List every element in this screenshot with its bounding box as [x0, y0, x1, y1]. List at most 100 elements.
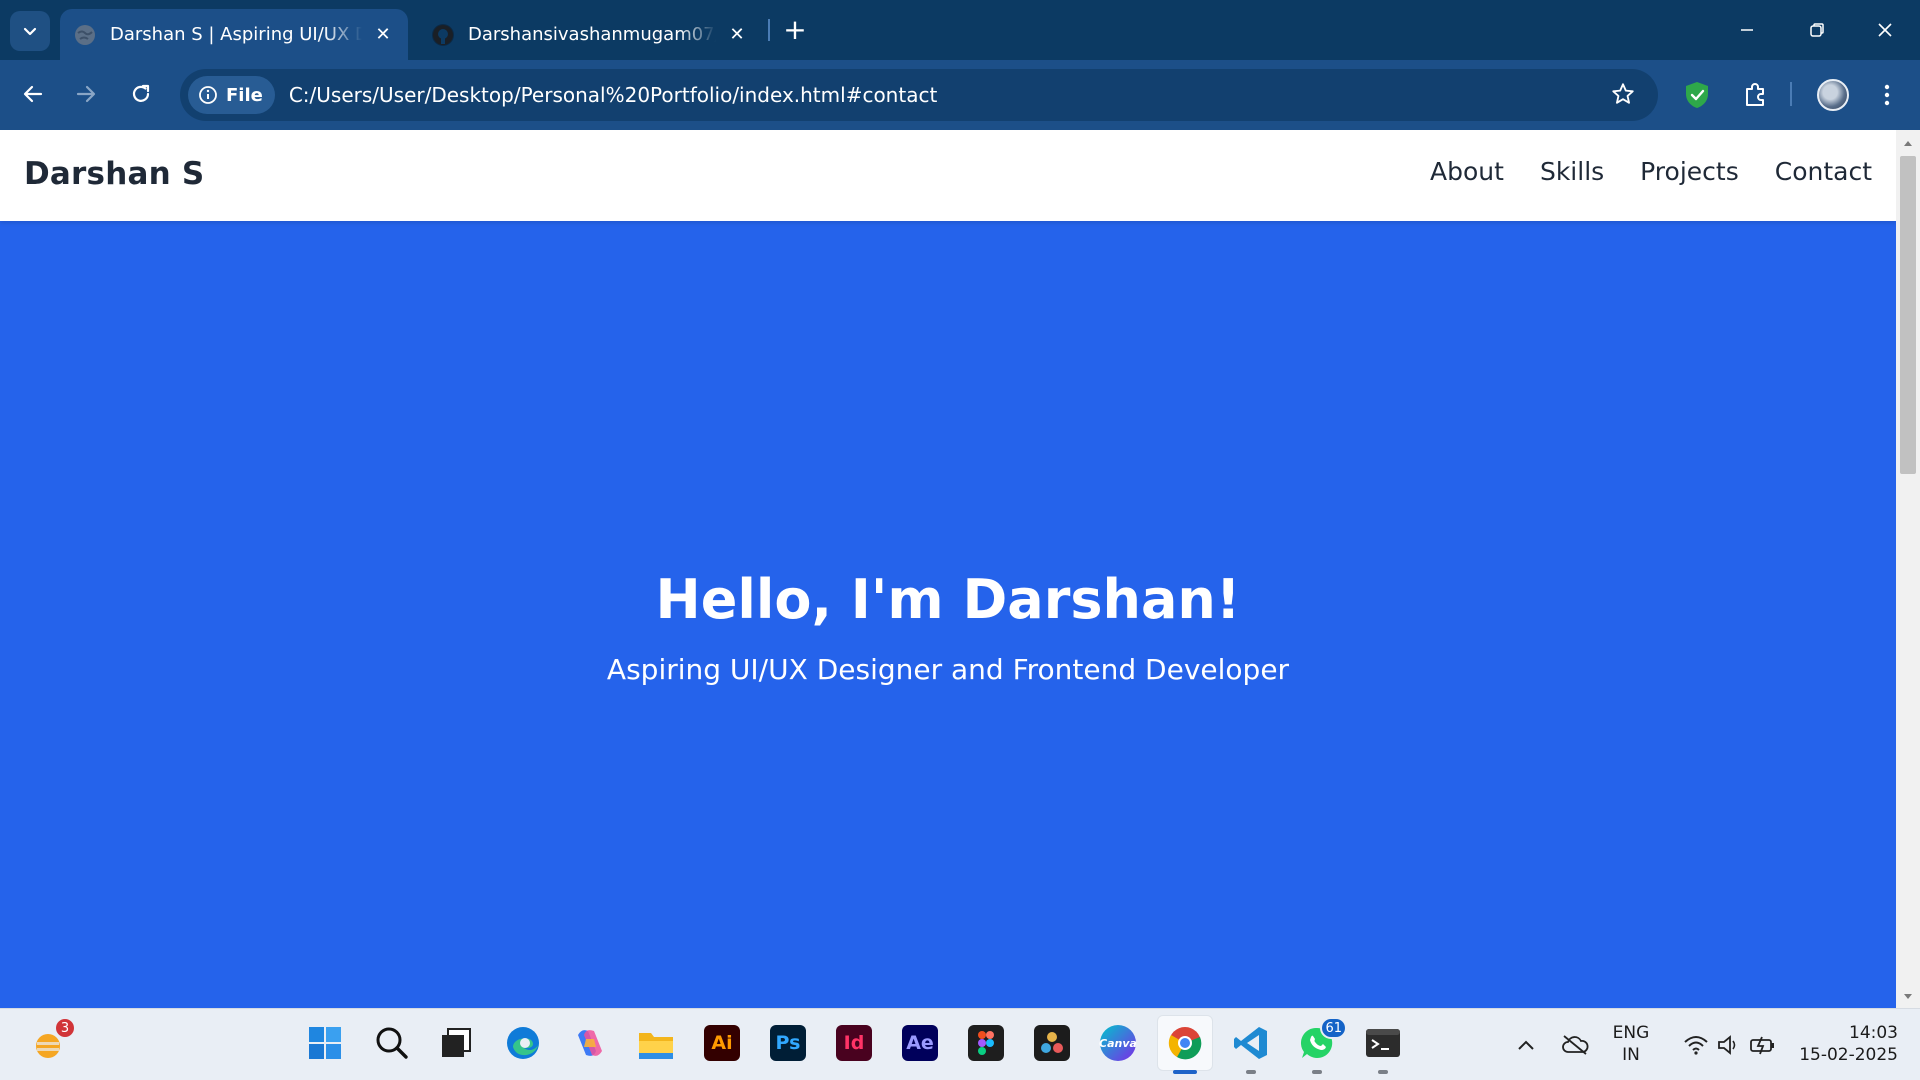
- restore-button[interactable]: [1794, 8, 1840, 52]
- photoshop-app[interactable]: Ps: [768, 1023, 808, 1063]
- clock-time: 14:03: [1849, 1023, 1898, 1043]
- chrome-app[interactable]: [1165, 1023, 1205, 1074]
- cloud-offline-icon: [1562, 1035, 1589, 1055]
- tab-close-button[interactable]: ✕: [726, 24, 748, 46]
- arrow-right-icon: [76, 85, 96, 103]
- hero-subheading: Aspiring UI/UX Designer and Frontend Dev…: [606, 652, 1290, 686]
- clock-date: 15-02-2025: [1799, 1045, 1898, 1065]
- clock[interactable]: 14:03 15-02-2025: [1792, 1022, 1898, 1066]
- davinci-resolve-app[interactable]: [1032, 1023, 1072, 1063]
- running-indicator: [1378, 1070, 1388, 1074]
- reload-button[interactable]: [121, 74, 161, 114]
- terminal-icon: [1366, 1029, 1400, 1057]
- canva-label: Canva: [1099, 1036, 1137, 1050]
- vscode-app[interactable]: [1231, 1023, 1271, 1074]
- tab-github[interactable]: Darshansivashanmugam07/Personal-Portfoli…: [418, 9, 762, 60]
- hero-section: Hello, I'm Darshan! Aspiring UI/UX Desig…: [0, 221, 1896, 1008]
- reload-icon: [132, 84, 150, 102]
- scrollbar-thumb[interactable]: [1900, 156, 1916, 474]
- show-hidden-icons-button[interactable]: [1506, 1025, 1546, 1065]
- chrome-icon: [1168, 1027, 1202, 1060]
- onedrive-button[interactable]: [1555, 1025, 1595, 1065]
- copilot-icon: [578, 1030, 602, 1056]
- start-button[interactable]: [305, 1023, 345, 1063]
- file-explorer-icon: [639, 1033, 673, 1059]
- scroll-down-arrow-icon[interactable]: [1896, 988, 1920, 1006]
- bookmark-star-icon[interactable]: [1610, 81, 1636, 111]
- running-indicator: [1312, 1070, 1322, 1074]
- terminal-app[interactable]: [1363, 1023, 1403, 1074]
- toolbar-separator: [1790, 82, 1792, 106]
- chevron-down-icon: [23, 27, 37, 36]
- figma-icon: [968, 1025, 1004, 1061]
- close-icon: [1878, 23, 1892, 37]
- url-text[interactable]: C:/Users/User/Desktop/Personal%20Portfol…: [289, 83, 937, 107]
- canva-app[interactable]: Canva: [1098, 1023, 1138, 1063]
- davinci-resolve-icon: [1034, 1025, 1070, 1061]
- menu-button[interactable]: [1867, 75, 1907, 115]
- new-tab-button[interactable]: +: [780, 13, 810, 46]
- indesign-icon: Id: [836, 1025, 872, 1061]
- site-nav-links: About Skills Projects Contact: [1430, 157, 1872, 186]
- shield-icon: [1686, 82, 1708, 108]
- input-language[interactable]: ENG IN: [1602, 1022, 1660, 1066]
- wifi-icon: [1684, 1036, 1708, 1055]
- tab-title: Darshansivashanmugam07/Personal-Portfoli…: [468, 24, 716, 45]
- region-code: IN: [1622, 1045, 1640, 1065]
- site-info-chip[interactable]: File: [188, 76, 275, 114]
- tab-title: Darshan S | Aspiring UI/UX Designer and …: [110, 24, 362, 45]
- search-icon: [376, 1027, 408, 1059]
- edge-app[interactable]: [503, 1023, 543, 1063]
- info-icon: [199, 86, 217, 104]
- volume-icon: [1718, 1035, 1736, 1055]
- taskbar-search-button[interactable]: [372, 1023, 412, 1063]
- nav-link-skills[interactable]: Skills: [1540, 157, 1604, 186]
- after-effects-icon: Ae: [902, 1025, 938, 1061]
- page-scrollbar[interactable]: [1896, 130, 1920, 1008]
- profile-avatar[interactable]: [1817, 79, 1849, 111]
- start-icon: [309, 1027, 341, 1059]
- extensions-button[interactable]: [1735, 75, 1775, 115]
- close-window-button[interactable]: [1862, 8, 1908, 52]
- battery-charging-icon: [1750, 1036, 1774, 1055]
- after-effects-app[interactable]: Ae: [900, 1023, 940, 1063]
- tab-portfolio[interactable]: Darshan S | Aspiring UI/UX Designer and …: [60, 9, 408, 60]
- file-explorer-app[interactable]: [636, 1024, 676, 1064]
- figma-app[interactable]: [966, 1023, 1006, 1063]
- active-indicator: [1173, 1070, 1197, 1074]
- task-view-button[interactable]: [436, 1023, 476, 1063]
- minimize-button[interactable]: [1724, 8, 1770, 52]
- copilot-app[interactable]: [570, 1023, 610, 1063]
- site-brand[interactable]: Darshan S: [24, 156, 204, 192]
- puzzle-icon: [1746, 83, 1764, 106]
- hero-heading: Hello, I'm Darshan!: [655, 567, 1241, 631]
- scroll-up-arrow-icon[interactable]: [1896, 134, 1920, 152]
- tab-strip: Darshan S | Aspiring UI/UX Designer and …: [0, 0, 1920, 60]
- quick-settings-button[interactable]: [1670, 1025, 1790, 1065]
- github-icon: [432, 23, 454, 46]
- task-view-icon: [442, 1028, 471, 1057]
- weather-widget[interactable]: 3: [28, 1017, 76, 1065]
- illustrator-app[interactable]: Ai: [702, 1023, 742, 1063]
- unread-badge: 61: [1320, 1017, 1347, 1039]
- tab-close-button[interactable]: ✕: [372, 24, 394, 46]
- chip-label: File: [226, 84, 263, 106]
- whatsapp-app[interactable]: 61: [1297, 1017, 1347, 1074]
- chevron-up-icon: [1518, 1040, 1534, 1050]
- nav-link-projects[interactable]: Projects: [1640, 157, 1739, 186]
- extension-shield-button[interactable]: [1677, 75, 1717, 115]
- tab-search-button[interactable]: [10, 11, 50, 51]
- edge-icon: [507, 1027, 539, 1059]
- vscode-icon: [1234, 1027, 1267, 1059]
- browser-toolbar: File C:/Users/User/Desktop/Personal%20Po…: [0, 60, 1920, 130]
- arrow-left-icon: [23, 85, 43, 103]
- nav-link-about[interactable]: About: [1430, 157, 1504, 186]
- indesign-app[interactable]: Id: [834, 1023, 874, 1063]
- notification-badge: 3: [54, 1017, 76, 1039]
- minimize-icon: [1741, 29, 1753, 31]
- address-bar[interactable]: File C:/Users/User/Desktop/Personal%20Po…: [180, 69, 1658, 121]
- page-viewport: Darshan S About Skills Projects Contact …: [0, 130, 1896, 1008]
- back-button[interactable]: [13, 74, 53, 114]
- forward-button[interactable]: [66, 74, 106, 114]
- nav-link-contact[interactable]: Contact: [1775, 157, 1872, 186]
